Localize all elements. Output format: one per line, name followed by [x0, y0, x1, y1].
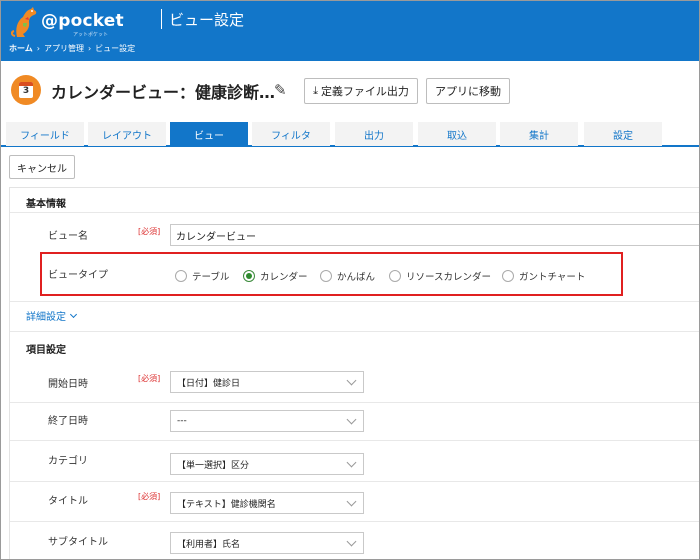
start-datetime-value: 【日付】健診日 [177, 378, 241, 389]
breadcrumb-separator: › [87, 44, 92, 53]
divider [10, 481, 699, 482]
chevron-down-icon [346, 375, 357, 386]
required-badge: [必須] [138, 374, 161, 383]
page-header-title: ビュー設定 [169, 11, 245, 29]
title-value: 【テキスト】健診機関名 [177, 499, 276, 510]
category-label: カテゴリ [48, 456, 88, 467]
tab-layout[interactable]: レイアウト [88, 122, 166, 146]
divider [10, 521, 699, 522]
radio-kanban[interactable]: かんばん [320, 269, 375, 283]
breadcrumb-home[interactable]: ホーム [9, 44, 33, 53]
radio-button[interactable] [175, 270, 187, 282]
view-settings-form: 基本情報 ビュー名 [必須] カレンダービュー ビュータイプ テーブル カレンダ… [9, 187, 699, 559]
subtitle-label: サブタイトル [48, 537, 108, 548]
app-window: @pocket アットポケット ビュー設定 ホーム › アプリ管理 › ビュー設定 3 … [0, 0, 700, 560]
view-type-label: ビュータイプ [48, 270, 108, 281]
end-datetime-label: 終了日時 [48, 416, 88, 427]
detail-settings-label: 詳細設定 [26, 312, 66, 323]
radio-button-selected[interactable] [243, 270, 255, 282]
calendar-day-number: 3 [22, 86, 30, 96]
detail-settings-link[interactable]: 詳細設定 [26, 308, 78, 323]
item-settings-heading: 項目設定 [26, 345, 66, 356]
radio-table[interactable]: テーブル [175, 269, 229, 283]
calendar-app-icon: 3 [11, 75, 41, 105]
divider [10, 440, 699, 441]
top-header: @pocket アットポケット ビュー設定 ホーム › アプリ管理 › ビュー設定 [1, 1, 699, 61]
start-datetime-label: 開始日時 [48, 379, 88, 390]
breadcrumb-view-settings: ビュー設定 [95, 44, 136, 53]
radio-resource-calendar-label: リソースカレンダー [406, 272, 492, 283]
radio-calendar[interactable]: カレンダー [243, 269, 308, 283]
logo-subtext: アットポケット [73, 32, 109, 38]
end-datetime-value: --- [177, 416, 187, 426]
start-datetime-select[interactable]: 【日付】健診日 [170, 371, 364, 393]
breadcrumb: ホーム › アプリ管理 › ビュー設定 [9, 43, 135, 54]
radio-calendar-label: カレンダー [260, 272, 308, 283]
radio-gantt-chart-label: ガントチャート [519, 272, 586, 283]
radio-button[interactable] [389, 270, 401, 282]
radio-kanban-label: かんばん [337, 272, 376, 283]
category-select[interactable]: 【単一選択】区分 [170, 453, 364, 475]
radio-gantt-chart[interactable]: ガントチャート [502, 269, 585, 283]
header-divider [161, 9, 162, 29]
tab-import[interactable]: 取込 [418, 122, 496, 146]
chevron-down-icon [346, 457, 357, 468]
subtitle-value: 【利用者】氏名 [177, 539, 241, 550]
chevron-down-icon [69, 310, 78, 318]
required-badge: [必須] [138, 227, 161, 236]
radio-button[interactable] [502, 270, 514, 282]
tab-field[interactable]: フィールド [6, 122, 84, 146]
radio-table-label: テーブル [192, 272, 230, 283]
category-value: 【単一選択】区分 [177, 460, 250, 471]
basic-info-heading: 基本情報 [26, 199, 66, 210]
subtitle-select[interactable]: 【利用者】氏名 [170, 532, 364, 554]
tab-output[interactable]: 出力 [335, 122, 413, 146]
chevron-down-icon [346, 496, 357, 507]
tab-view[interactable]: ビュー [170, 122, 248, 146]
divider [10, 402, 699, 403]
download-icon: ⤓ [313, 84, 318, 97]
logo-text: @pocket [41, 11, 124, 31]
divider [10, 301, 699, 302]
view-name-input[interactable]: カレンダービュー [170, 224, 699, 246]
radio-resource-calendar[interactable]: リソースカレンダー [389, 269, 491, 283]
view-name-label: ビュー名 [48, 231, 88, 242]
required-badge: [必須] [138, 492, 161, 501]
chevron-down-icon [346, 536, 357, 547]
page-title: カレンダービュー：健康診断… [51, 83, 276, 102]
settings-tabs: フィールド レイアウト ビュー フィルタ 出力 取込 集計 設定 [1, 122, 699, 147]
title-select[interactable]: 【テキスト】健診機関名 [170, 492, 364, 514]
tab-aggregate[interactable]: 集計 [500, 122, 578, 146]
pocket-logo[interactable]: @pocket アットポケット [11, 5, 131, 39]
tab-settings[interactable]: 設定 [584, 122, 662, 146]
end-datetime-select[interactable]: --- [170, 410, 364, 432]
cancel-button[interactable]: キャンセル [9, 155, 75, 179]
divider [10, 331, 699, 332]
radio-button[interactable] [320, 270, 332, 282]
export-definition-label: 定義ファイル出力 [320, 85, 409, 98]
breadcrumb-separator: › [36, 44, 40, 53]
export-definition-button[interactable]: ⤓ 定義ファイル出力 [304, 78, 418, 104]
divider [10, 212, 699, 213]
go-to-app-button[interactable]: アプリに移動 [426, 78, 510, 104]
chevron-down-icon [346, 414, 357, 425]
kangaroo-logo-icon [11, 7, 37, 37]
breadcrumb-app-management[interactable]: アプリ管理 [44, 44, 84, 53]
edit-pencil-icon[interactable]: ✎ [274, 81, 287, 99]
calendar-icon: 3 [19, 82, 33, 98]
title-label: タイトル [48, 496, 88, 507]
tab-filter[interactable]: フィルタ [252, 122, 330, 146]
